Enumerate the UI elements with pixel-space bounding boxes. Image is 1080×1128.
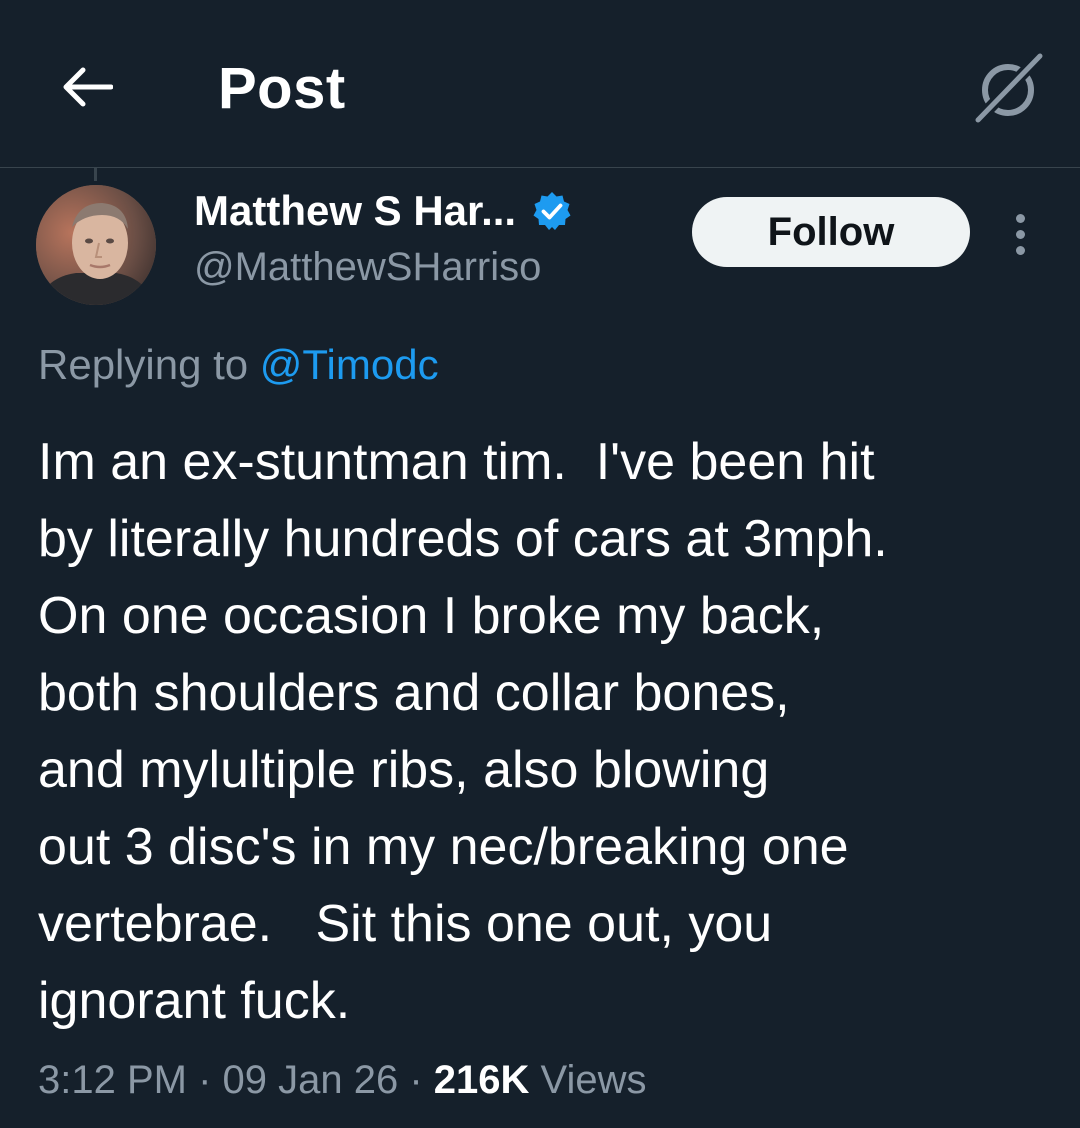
more-vertical-icon xyxy=(1015,213,1025,223)
tweet-line: both shoulders and collar bones, xyxy=(38,664,790,722)
tweet-text: Im an ex-stuntman tim. I've been hit by … xyxy=(38,424,1048,1040)
author-name-row[interactable]: Matthew S Har... xyxy=(194,186,572,236)
thread-connector xyxy=(94,167,97,181)
top-app-bar: Post xyxy=(0,0,1080,168)
grok-icon xyxy=(972,52,1044,124)
tweet-line: ignorant fuck. xyxy=(38,972,351,1030)
views-count[interactable]: 216K xyxy=(434,1058,530,1102)
tweet-line: by literally hundreds of cars at 3mph. xyxy=(38,510,888,568)
replying-to-handle[interactable]: @Timodc xyxy=(260,341,439,388)
tweet-line: Im an ex-stuntman tim. I've been hit xyxy=(38,433,875,491)
author-handle[interactable]: @MatthewSHarriso xyxy=(194,242,541,292)
avatar[interactable] xyxy=(36,185,156,305)
tweet-meta: 3:12 PM · 09 Jan 26 · 216K Views xyxy=(38,1052,646,1108)
tweet-line: vertebrae. Sit this one out, you xyxy=(38,895,773,953)
author-display-name[interactable]: Matthew S Har... xyxy=(194,186,516,236)
replying-to: Replying to @Timodc xyxy=(38,337,439,393)
meta-separator: · xyxy=(398,1058,434,1102)
grok-button[interactable] xyxy=(968,48,1048,128)
back-arrow-icon xyxy=(63,67,113,107)
profile-photo xyxy=(36,185,156,305)
replying-to-label: Replying to xyxy=(38,341,260,388)
meta-separator: · xyxy=(186,1058,223,1102)
page-title: Post xyxy=(218,56,346,121)
verified-badge-icon xyxy=(532,191,572,231)
more-dot xyxy=(1015,245,1025,255)
more-options-button[interactable] xyxy=(1000,204,1040,264)
back-button[interactable] xyxy=(56,56,118,118)
views-label[interactable]: Views xyxy=(529,1058,647,1102)
tweet-line: and mylultiple ribs, also blowing xyxy=(38,741,770,799)
tweet-line: On one occasion I broke my back, xyxy=(38,587,825,645)
follow-button[interactable]: Follow xyxy=(692,197,970,267)
tweet-line: out 3 disc's in my nec/breaking one xyxy=(38,818,849,876)
more-dot xyxy=(1015,229,1025,239)
tweet-time[interactable]: 3:12 PM xyxy=(38,1058,187,1102)
tweet-date[interactable]: 09 Jan 26 xyxy=(223,1058,399,1102)
